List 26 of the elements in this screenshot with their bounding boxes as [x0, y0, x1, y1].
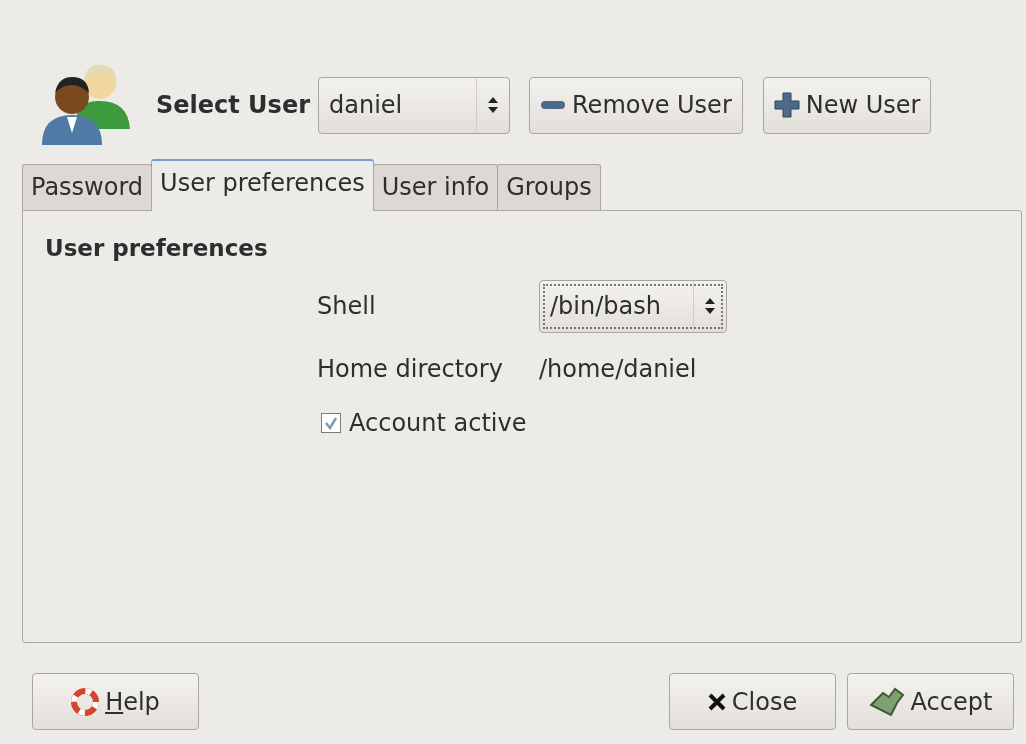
- close-icon: [707, 692, 726, 711]
- users-icon: [40, 63, 132, 147]
- tab[interactable]: Groups: [497, 164, 601, 210]
- user-dropdown[interactable]: daniel: [318, 76, 510, 134]
- shell-dropdown[interactable]: /bin/bash: [539, 279, 727, 333]
- select-user-label: Select User: [156, 90, 310, 121]
- home-directory-label: Home directory: [317, 353, 504, 385]
- plus-icon: [773, 92, 800, 118]
- home-directory-value: /home/daniel: [539, 353, 698, 385]
- account-active-label: Account active: [349, 407, 527, 439]
- help-button[interactable]: Help: [32, 673, 199, 730]
- remove-user-button[interactable]: Remove User: [529, 76, 743, 134]
- lifebuoy-icon: [71, 687, 100, 716]
- section-title: User preferences: [45, 234, 269, 263]
- tab[interactable]: User preferences: [151, 159, 374, 211]
- tab[interactable]: Password: [22, 164, 153, 210]
- close-button[interactable]: Close: [669, 673, 836, 730]
- tab[interactable]: User info: [372, 164, 499, 210]
- check-icon: [324, 415, 338, 430]
- accept-button[interactable]: Accept: [847, 673, 1014, 730]
- updown-icon: [704, 297, 716, 315]
- updown-icon: [487, 96, 499, 114]
- account-active-checkbox[interactable]: [321, 412, 341, 433]
- shell-label: Shell: [317, 291, 377, 322]
- minus-icon: [540, 100, 566, 110]
- new-user-button[interactable]: New User: [762, 76, 932, 134]
